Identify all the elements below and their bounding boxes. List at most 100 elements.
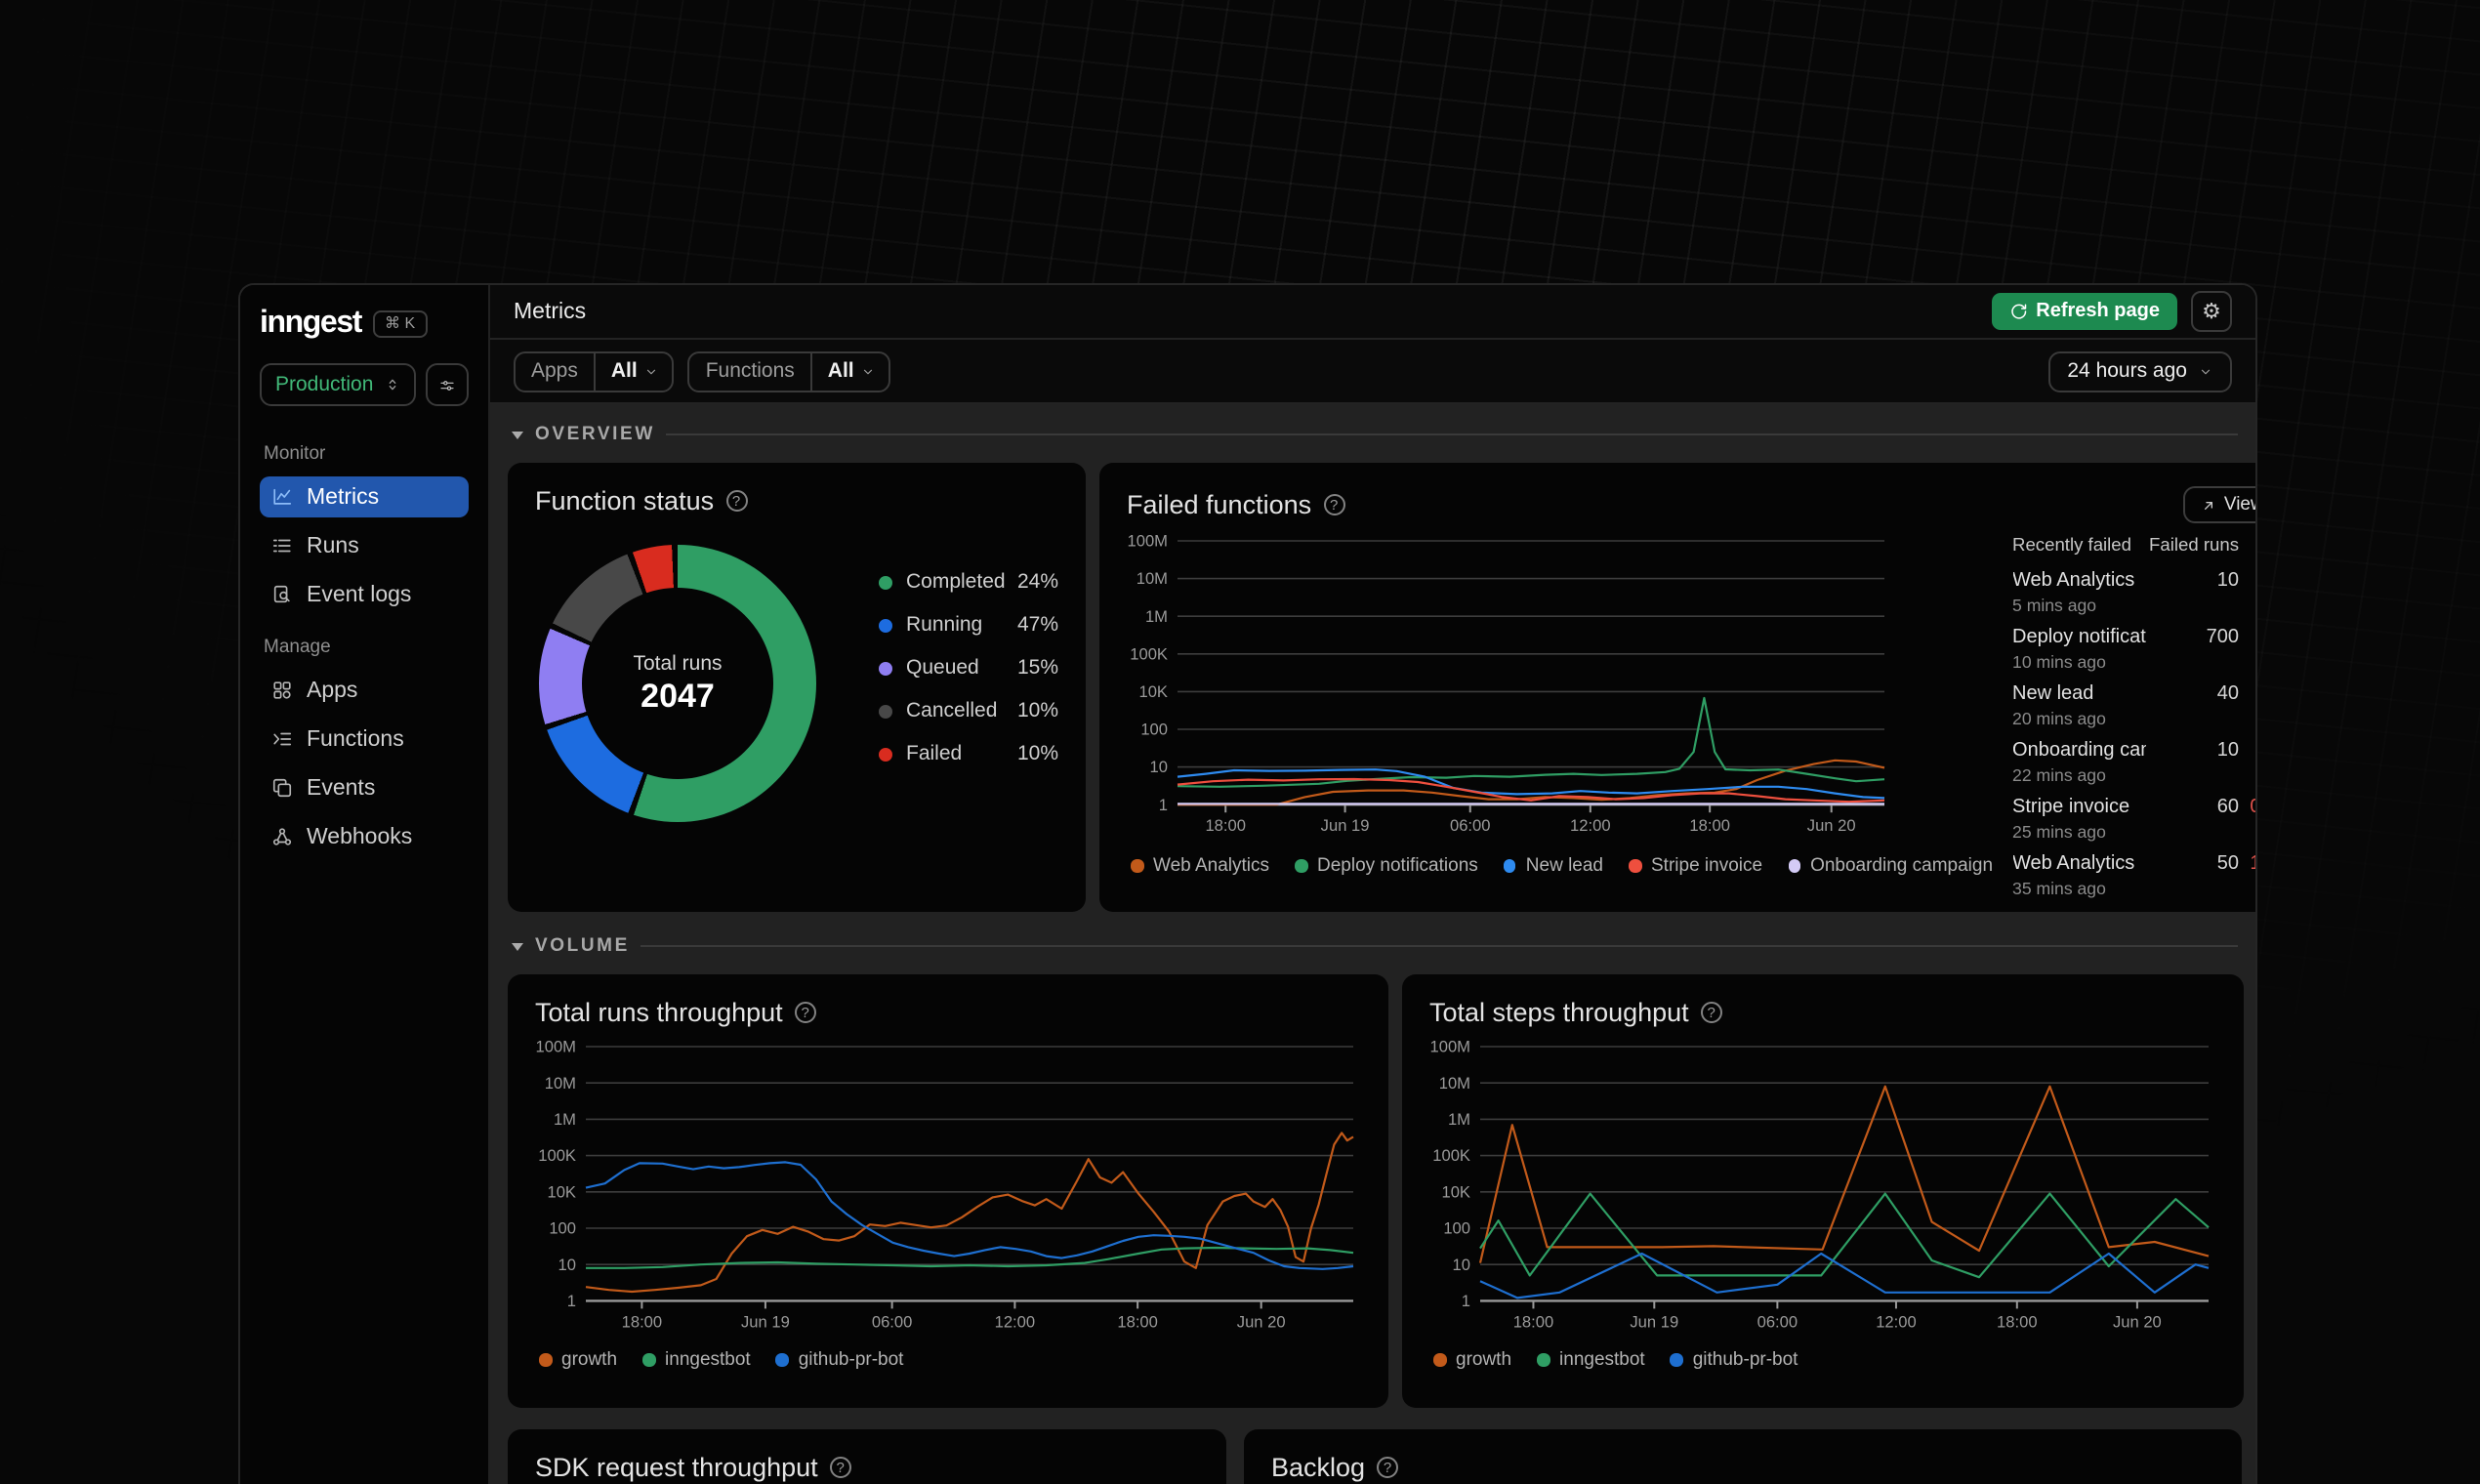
legend-dot-icon <box>1433 1353 1446 1367</box>
svg-text:12:00: 12:00 <box>995 1312 1036 1331</box>
overview-section-header[interactable]: OVERVIEW <box>512 424 2238 445</box>
legend-dot-icon <box>1295 859 1307 873</box>
status-legend-row: Running 47% <box>879 613 1058 637</box>
environment-select-value: Production <box>275 373 374 396</box>
runs-icon <box>272 539 291 553</box>
command-k-shortcut-badge[interactable]: ⌘ K <box>373 310 428 338</box>
legend-dot-icon <box>775 1353 789 1367</box>
functions-filter[interactable]: Functions All <box>687 350 891 392</box>
svg-text:10: 10 <box>1453 1256 1470 1274</box>
legend-item: inngestbot <box>1537 1349 1645 1371</box>
sidebar-item-functions[interactable]: Functions <box>260 719 469 760</box>
help-icon[interactable]: ? <box>725 490 748 512</box>
recently-failed-row[interactable]: Stripe invoice 25 mins ago 600.07% <box>2012 797 2255 842</box>
settings-button[interactable]: ⚙ <box>2191 291 2232 332</box>
total-runs-chart: 100M 10M 1M 100K 10K 100 10 1 18:00 Jun 19 06:00 12… <box>535 1037 1361 1340</box>
sidebar-item-apps[interactable]: Apps <box>260 670 469 711</box>
environment-select[interactable]: Production <box>260 363 416 406</box>
refresh-icon <box>2010 304 2026 319</box>
status-legend-row: Cancelled 10% <box>879 699 1058 722</box>
svg-text:100M: 100M <box>1127 532 1168 551</box>
failed-runs-count: 10 <box>2216 740 2240 762</box>
donut-center-value: 2047 <box>641 677 715 714</box>
backlog-title: Backlog <box>1271 1453 1366 1482</box>
legend-dot-icon <box>879 704 892 718</box>
recently-failed-row[interactable]: Web Analytics 35 mins ago 501.67% <box>2012 853 2255 898</box>
series-github-pr-bot <box>1479 1252 2210 1299</box>
total-steps-chart: 100M 10M 1M 100K 10K 100 10 1 18:00 Jun 19 06:00 12… <box>1429 1037 2216 1340</box>
volume-section-header[interactable]: VOLUME <box>512 935 2238 957</box>
recently-failed-row[interactable]: Web Analytics 5 mins ago 100.5% <box>2012 570 2255 615</box>
failed-function-time: 35 mins ago <box>2012 879 2106 898</box>
failed-functions-card: Failed functions ? View all 100M10M1M100… <box>1099 463 2255 912</box>
topbar: Metrics Refresh page ⚙ <box>490 285 2255 340</box>
help-icon[interactable]: ? <box>829 1457 851 1478</box>
svg-text:10: 10 <box>1150 758 1168 776</box>
total-runs-throughput-title: Total runs throughput <box>535 998 783 1027</box>
help-icon[interactable]: ? <box>1323 494 1345 515</box>
failed-function-time: 20 mins ago <box>2012 709 2106 728</box>
legend-item: github-pr-bot <box>775 1349 903 1371</box>
svg-text:10K: 10K <box>1138 682 1168 701</box>
environment-filter-button[interactable] <box>426 363 469 406</box>
recently-failed-row[interactable]: Onboarding campaign 22 mins ago 100.5% <box>2012 740 2255 785</box>
legend-item: New lead <box>1503 855 1603 877</box>
svg-text:10M: 10M <box>545 1074 576 1092</box>
webhooks-icon <box>272 828 292 845</box>
time-range-select[interactable]: 24 hours ago <box>2047 350 2232 392</box>
svg-text:12:00: 12:00 <box>1570 816 1611 835</box>
apps-icon <box>273 681 291 699</box>
sidebar-item-event-logs[interactable]: Event logs <box>260 574 469 615</box>
failed-function-name: Onboarding campaign <box>2012 740 2145 762</box>
recently-failed-row[interactable]: Deploy notification 10 mins ago 7000.1% <box>2012 627 2255 672</box>
app-window: inngest ⌘ K Production Monitor Metrics Ru… <box>238 283 2257 1484</box>
legend-item: Stripe invoice <box>1629 855 1762 877</box>
sidebar-item-runs[interactable]: Runs <box>260 525 469 566</box>
apps-filter[interactable]: Apps All <box>514 350 675 392</box>
svg-text:100M: 100M <box>1429 1038 1470 1056</box>
metrics-content: OVERVIEW Function status ? Total runs 20… <box>490 404 2255 1484</box>
sidebar-item-events[interactable]: Events <box>260 767 469 808</box>
svg-text:Jun 19: Jun 19 <box>741 1312 790 1331</box>
status-legend-row: Failed 10% <box>879 742 1058 765</box>
up-down-chevron-icon <box>389 379 396 391</box>
legend-dot-icon <box>539 1353 552 1367</box>
svg-text:1: 1 <box>567 1292 576 1310</box>
legend-item: Web Analytics <box>1131 855 1269 877</box>
page: inngest ⌘ K Production Monitor Metrics Ru… <box>0 0 2480 1484</box>
failed-functions-chart: 100M 10M 1M 100K 10K 100 10 1 18:00 Jun 19 06:00 12… <box>1127 527 1993 845</box>
failed-function-time: 5 mins ago <box>2012 596 2097 615</box>
sidebar-item-metrics[interactable]: Metrics <box>260 476 469 517</box>
svg-text:18:00: 18:00 <box>1205 816 1246 835</box>
svg-text:18:00: 18:00 <box>1689 816 1730 835</box>
help-icon[interactable]: ? <box>1700 1002 1722 1023</box>
failed-function-name: Web Analytics <box>2012 570 2135 592</box>
failed-function-time: 25 mins ago <box>2012 822 2106 842</box>
view-all-button[interactable]: View all <box>2182 486 2255 523</box>
legend-dot-icon <box>642 1353 656 1367</box>
donut-center-label: Total runs <box>633 651 723 675</box>
gear-icon: ⚙ <box>2202 299 2221 324</box>
help-icon[interactable]: ? <box>794 1002 816 1023</box>
svg-text:Jun 20: Jun 20 <box>2113 1312 2162 1331</box>
svg-text:18:00: 18:00 <box>622 1312 663 1331</box>
svg-text:18:00: 18:00 <box>1997 1312 2038 1331</box>
sidebar-item-webhooks[interactable]: Webhooks <box>260 816 469 857</box>
svg-text:Jun 19: Jun 19 <box>1630 1312 1678 1331</box>
failure-rate: 0.3% <box>2239 683 2255 728</box>
series-github-pr-bot <box>585 1161 1354 1270</box>
status-legend-row: Queued 15% <box>879 656 1058 680</box>
failure-rate: 0.5% <box>2239 570 2255 615</box>
chevron-down-icon <box>647 368 656 374</box>
sidebar-item-label: Apps <box>307 679 358 702</box>
main-area: Metrics Refresh page ⚙ Apps All Function… <box>490 285 2255 1484</box>
series-growth <box>1478 1085 2210 1263</box>
backlog-card: Backlog ? <box>1244 1429 2242 1484</box>
refresh-page-button[interactable]: Refresh page <box>1991 293 2177 330</box>
recently-failed-row[interactable]: New lead 20 mins ago 400.3% <box>2012 683 2255 728</box>
help-icon[interactable]: ? <box>1377 1457 1399 1478</box>
total-runs-chart-legend: growth inngestbot github-pr-bot <box>539 1349 1361 1371</box>
total-runs-throughput-card: Total runs throughput ? 100M 10M 1M 100K 10K… <box>508 974 1388 1408</box>
legend-item: inngestbot <box>642 1349 751 1371</box>
legend-item: Deploy notifications <box>1295 855 1478 877</box>
